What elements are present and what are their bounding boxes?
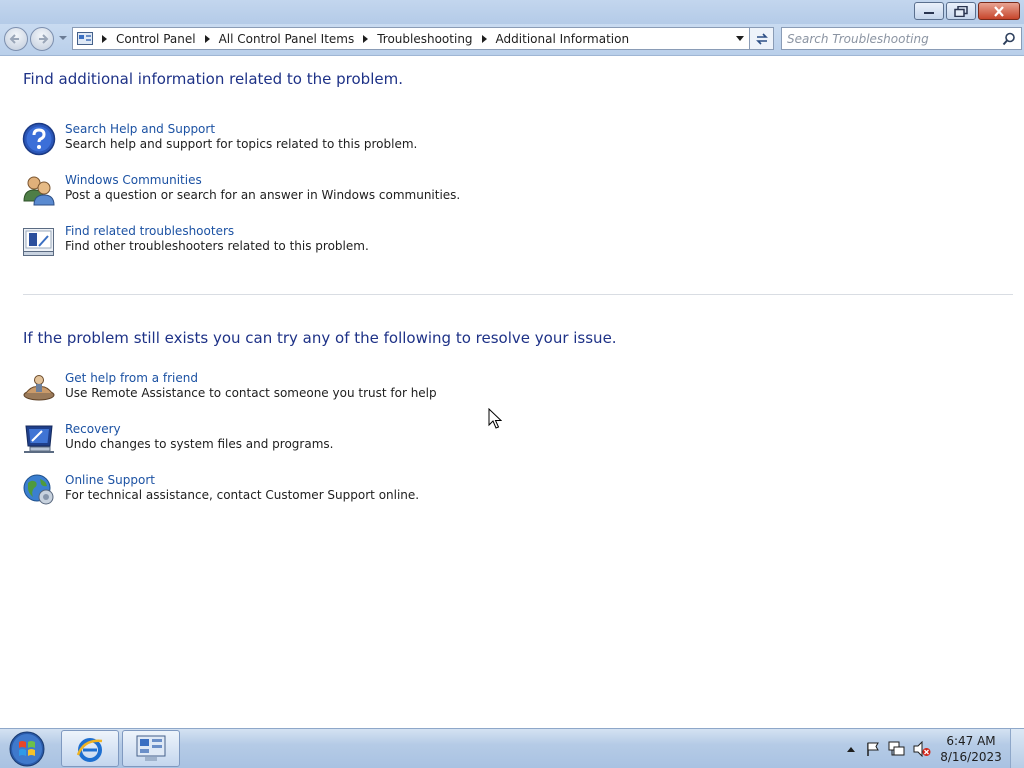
- get-help-friend-description: Use Remote Assistance to contact someone…: [65, 386, 437, 400]
- navigation-bar: Control Panel All Control Panel Items Tr…: [0, 24, 1024, 56]
- restore-button[interactable]: [946, 2, 976, 20]
- volume-muted-icon[interactable]: [913, 741, 931, 757]
- clock-time: 6:47 AM: [946, 734, 996, 748]
- troubleshooter-icon: [23, 228, 54, 256]
- forward-button[interactable]: [30, 27, 54, 51]
- minimize-icon: [924, 12, 934, 14]
- taskbar-control-panel[interactable]: [122, 730, 180, 767]
- refresh-icon: [755, 32, 768, 45]
- control-panel-icon: [77, 31, 93, 45]
- breadcrumb-troubleshooting[interactable]: Troubleshooting: [377, 32, 472, 46]
- section-heading-resolve-issue: If the problem still exists you can try …: [23, 329, 617, 347]
- breadcrumb-separator[interactable]: [363, 34, 369, 43]
- address-dropdown-icon[interactable]: [736, 36, 744, 41]
- back-button[interactable]: [4, 27, 28, 51]
- windows-start-icon: [9, 731, 45, 767]
- recovery-icon: [24, 425, 54, 453]
- globe-icon: [23, 474, 54, 505]
- online-support-description: For technical assistance, contact Custom…: [65, 488, 420, 502]
- related-troubleshooters-link[interactable]: Find related troubleshooters: [65, 224, 234, 238]
- related-troubleshooters-description: Find other troubleshooters related to th…: [65, 239, 369, 253]
- search-help-description: Search help and support for topics relat…: [65, 137, 418, 151]
- help-question-icon: [22, 122, 56, 156]
- search-icon[interactable]: [1002, 32, 1016, 46]
- recovery-link[interactable]: Recovery: [65, 422, 121, 436]
- close-button[interactable]: [978, 2, 1020, 20]
- search-help-link[interactable]: Search Help and Support: [65, 122, 215, 136]
- taskbar: 6:47 AM 8/16/2023: [0, 728, 1024, 768]
- network-icon[interactable]: [888, 741, 906, 757]
- control-panel-icon: [136, 735, 166, 761]
- windows-communities-description: Post a question or search for an answer …: [65, 188, 461, 202]
- close-icon: [994, 5, 1004, 17]
- search-box[interactable]: [781, 27, 1022, 50]
- recovery-description: Undo changes to system files and program…: [65, 437, 334, 451]
- window-controls: [914, 2, 1020, 20]
- system-tray: 6:47 AM 8/16/2023: [847, 729, 1024, 768]
- show-hidden-icons-button[interactable]: [847, 746, 855, 752]
- users-icon: [23, 176, 55, 206]
- online-support-link[interactable]: Online Support: [65, 473, 155, 487]
- list-item-windows-communities[interactable]: Windows Communities Post a question or s…: [22, 172, 622, 208]
- breadcrumb-separator[interactable]: [481, 34, 487, 43]
- internet-explorer-icon: [76, 737, 103, 762]
- restore-icon: [954, 5, 968, 17]
- start-button[interactable]: [4, 730, 50, 768]
- remote-assistance-icon: [23, 375, 55, 401]
- get-help-friend-link[interactable]: Get help from a friend: [65, 371, 198, 385]
- section-divider: [23, 294, 1013, 295]
- breadcrumb-additional-information[interactable]: Additional Information: [496, 32, 630, 46]
- mouse-cursor-icon: [488, 408, 502, 429]
- taskbar-internet-explorer[interactable]: [61, 730, 119, 767]
- breadcrumb-separator[interactable]: [102, 34, 107, 43]
- back-arrow-icon: [9, 34, 19, 44]
- breadcrumb-control-panel[interactable]: Control Panel: [116, 32, 196, 46]
- list-item-get-help-friend[interactable]: Get help from a friend Use Remote Assist…: [22, 370, 622, 406]
- action-center-flag-icon[interactable]: [865, 741, 881, 757]
- recent-pages-dropdown[interactable]: [59, 36, 67, 40]
- list-item-search-help[interactable]: Search Help and Support Search help and …: [22, 121, 622, 157]
- search-input[interactable]: [787, 28, 997, 49]
- forward-arrow-icon: [39, 34, 49, 44]
- windows-communities-link[interactable]: Windows Communities: [65, 173, 202, 187]
- window-title-bar[interactable]: [0, 0, 1024, 24]
- breadcrumb-all-control-panel-items[interactable]: All Control Panel Items: [219, 32, 355, 46]
- main-content: Find additional information related to t…: [0, 57, 1024, 727]
- clock[interactable]: 6:47 AM 8/16/2023: [938, 733, 1004, 765]
- list-item-related-troubleshooters[interactable]: Find related troubleshooters Find other …: [22, 223, 622, 259]
- section-heading-additional-info: Find additional information related to t…: [23, 70, 403, 88]
- list-item-recovery[interactable]: Recovery Undo changes to system files an…: [22, 421, 622, 457]
- show-desktop-button[interactable]: [1010, 729, 1024, 768]
- minimize-button[interactable]: [914, 2, 944, 20]
- refresh-button[interactable]: [750, 27, 774, 50]
- breadcrumb-separator[interactable]: [204, 34, 210, 43]
- clock-date: 8/16/2023: [940, 750, 1002, 764]
- list-item-online-support[interactable]: Online Support For technical assistance,…: [22, 472, 622, 508]
- address-bar[interactable]: Control Panel All Control Panel Items Tr…: [72, 27, 750, 50]
